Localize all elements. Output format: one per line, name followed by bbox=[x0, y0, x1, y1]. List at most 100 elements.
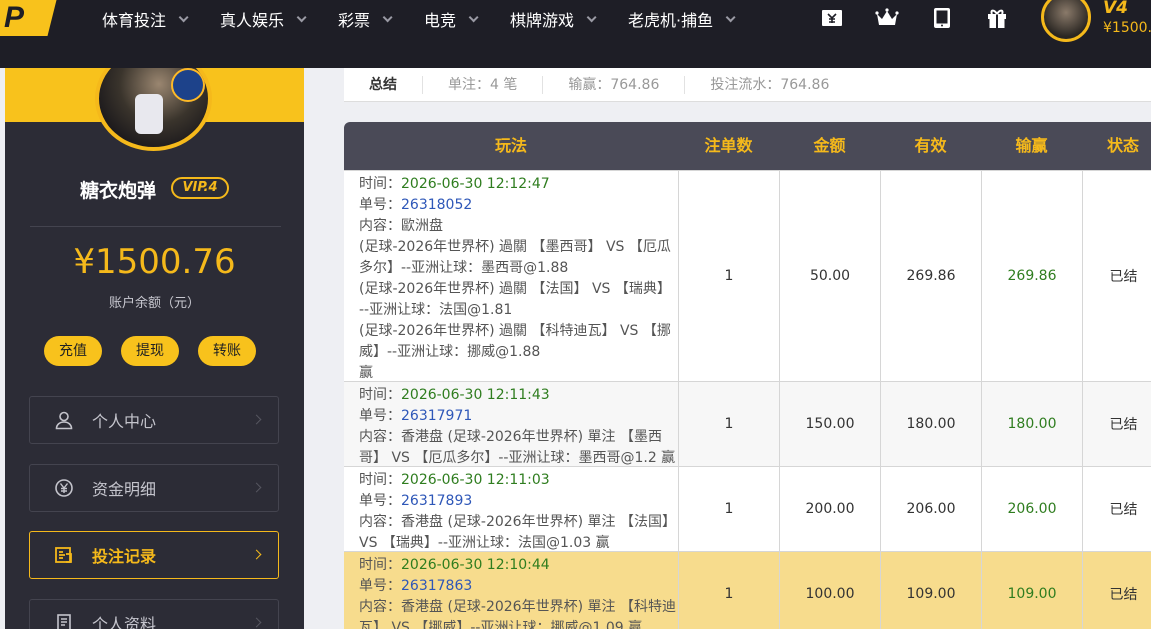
nav-slots-fishing[interactable]: 老虎机·捕鱼 bbox=[628, 8, 768, 30]
nav-sports[interactable]: 体育投注 bbox=[102, 8, 220, 30]
header-valid: 有效 bbox=[914, 136, 947, 155]
ticket-icon[interactable] bbox=[820, 6, 844, 30]
gift-icon[interactable] bbox=[985, 6, 1009, 30]
chevron-down-icon bbox=[468, 11, 479, 22]
chevron-right-icon bbox=[251, 482, 262, 493]
bet-amount: 100.00 bbox=[779, 552, 880, 629]
avatar-figure bbox=[135, 94, 163, 134]
vip-badge: VIP.4 bbox=[171, 177, 229, 199]
user-icon bbox=[53, 409, 75, 431]
vip-level: V4 bbox=[1103, 0, 1128, 18]
bet-summary: 总结 单注：4 笔 输赢：764.86 投注流水：764.86 bbox=[344, 68, 1151, 102]
header-amount: 金额 bbox=[813, 136, 846, 155]
bet-valid: 180.00 bbox=[880, 382, 981, 466]
bet-winloss: 206.00 bbox=[981, 467, 1082, 551]
summary-title: 总结 bbox=[344, 75, 423, 94]
bet-detail: 时间：2026-06-30 12:11:43 单号：26317971 内容：香港… bbox=[359, 385, 679, 469]
bet-time: 2026-06-30 12:12:47 bbox=[401, 176, 550, 192]
brand-logo[interactable]: P bbox=[0, 0, 57, 36]
bet-number[interactable]: 26317893 bbox=[401, 493, 472, 509]
chevron-right-icon bbox=[251, 549, 262, 560]
bet-valid: 206.00 bbox=[880, 467, 981, 551]
bet-winloss: 269.86 bbox=[981, 171, 1082, 381]
account-balance: ¥1500.76 bbox=[73, 242, 236, 282]
nav-lottery[interactable]: 彩票 bbox=[338, 8, 424, 30]
bet-content: 内容：香港盘 (足球-2026年世界杯) 單注 【科特迪 瓦】 VS 【挪威】-… bbox=[359, 599, 676, 629]
bet-number[interactable]: 26317863 bbox=[401, 578, 472, 594]
bet-valid: 269.86 bbox=[880, 171, 981, 381]
withdraw-button[interactable]: 提现 bbox=[121, 336, 179, 366]
bet-status: 已结 bbox=[1082, 552, 1151, 629]
nav-card-games[interactable]: 棋牌游戏 bbox=[510, 8, 628, 30]
crown-icon[interactable] bbox=[875, 6, 899, 30]
divider bbox=[30, 226, 281, 227]
chevron-down-icon bbox=[296, 11, 307, 22]
bet-status: 已结 bbox=[1082, 467, 1151, 551]
bet-count: 1 bbox=[678, 382, 779, 466]
menu-funds-detail[interactable]: 资金明细 bbox=[29, 464, 279, 512]
nav-esports[interactable]: 电竞 bbox=[424, 8, 510, 30]
bet-count: 1 bbox=[678, 552, 779, 629]
header-winloss: 输赢 bbox=[1015, 136, 1048, 155]
menu-bet-records[interactable]: 投注记录 bbox=[29, 531, 279, 579]
bet-time: 2026-06-30 12:11:03 bbox=[401, 472, 550, 488]
nav-live-casino[interactable]: 真人娱乐 bbox=[220, 8, 338, 30]
table-row[interactable]: 时间：2026-06-30 12:11:43 单号：26317971 内容：香港… bbox=[344, 381, 1151, 466]
yuan-coin-icon bbox=[53, 477, 75, 499]
top-icon-group bbox=[820, 6, 1040, 30]
bet-status: 已结 bbox=[1082, 171, 1151, 381]
menu-profile[interactable]: 个人资料 bbox=[29, 599, 279, 629]
bet-amount: 200.00 bbox=[779, 467, 880, 551]
deposit-button[interactable]: 充值 bbox=[44, 336, 102, 366]
bet-detail: 时间：2026-06-30 12:10:44 单号：26317863 内容：香港… bbox=[359, 555, 679, 629]
bet-count: 1 bbox=[678, 467, 779, 551]
menu-label: 个人资料 bbox=[92, 615, 157, 629]
bet-content: 内容：歐洲盘 (足球-2026年世界杯) 過關 【墨西哥】 VS 【厄瓜 多尔】… bbox=[359, 218, 671, 381]
records-icon bbox=[53, 544, 75, 566]
chevron-down-icon bbox=[725, 11, 736, 22]
bet-detail: 时间：2026-06-30 12:11:03 单号：26317893 内容：香港… bbox=[359, 470, 679, 554]
bet-number[interactable]: 26317971 bbox=[401, 408, 472, 424]
bet-time: 2026-06-30 12:11:43 bbox=[401, 387, 550, 403]
menu-label: 投注记录 bbox=[92, 547, 157, 566]
user-avatar[interactable] bbox=[1041, 0, 1091, 42]
logo-text: P bbox=[4, 1, 24, 34]
chevron-right-icon bbox=[251, 414, 262, 425]
table-row[interactable]: 时间：2026-06-30 12:10:44 单号：26317863 内容：香港… bbox=[344, 551, 1151, 629]
chevron-down-icon bbox=[586, 11, 597, 22]
bet-valid: 109.00 bbox=[880, 552, 981, 629]
menu-label: 个人中心 bbox=[92, 412, 157, 431]
bet-detail: 时间：2026-06-30 12:12:47 单号：26318052 内容：歐洲… bbox=[359, 174, 679, 384]
bet-records-table: 玩法 注单数 金额 有效 输赢 状态 时间：2026-06-30 12:12:4… bbox=[344, 122, 1151, 629]
menu-personal-center[interactable]: 个人中心 bbox=[29, 396, 279, 444]
profile-avatar[interactable] bbox=[95, 68, 212, 151]
table-row[interactable]: 时间：2026-06-30 12:12:47 单号：26318052 内容：歐洲… bbox=[344, 170, 1151, 381]
top-balance: ¥1500. bbox=[1103, 20, 1151, 36]
summary-winloss: 输赢：764.86 bbox=[543, 75, 686, 94]
bet-number[interactable]: 26318052 bbox=[401, 197, 472, 213]
bet-amount: 50.00 bbox=[779, 171, 880, 381]
bet-status: 已结 bbox=[1082, 382, 1151, 466]
tablet-icon[interactable] bbox=[930, 6, 954, 30]
sidebar: 糖衣炮弹 VIP.4 ¥1500.76 账户余额（元） 充值 提现 转账 个人中… bbox=[5, 68, 304, 629]
header-status: 状态 bbox=[1106, 136, 1139, 155]
document-icon bbox=[53, 612, 75, 629]
bet-content: 内容：香港盘 (足球-2026年世界杯) 單注 【墨西 哥】 VS 【厄瓜多尔】… bbox=[359, 429, 676, 466]
header-play-type: 玩法 bbox=[494, 136, 527, 155]
bet-content: 内容：香港盘 (足球-2026年世界杯) 單注 【法国】 VS 【瑞典】--亚洲… bbox=[359, 514, 676, 551]
chevron-down-icon bbox=[178, 11, 189, 22]
summary-count: 单注：4 笔 bbox=[423, 75, 544, 94]
bet-count: 1 bbox=[678, 171, 779, 381]
transfer-button[interactable]: 转账 bbox=[198, 336, 256, 366]
table-header: 玩法 注单数 金额 有效 输赢 状态 bbox=[344, 122, 1151, 170]
username: 糖衣炮弹 bbox=[80, 180, 157, 202]
top-bar: P 体育投注 真人娱乐 彩票 电竞 棋牌游戏 老虎机·捕鱼 V4 ¥1500. bbox=[0, 0, 1151, 68]
bet-amount: 150.00 bbox=[779, 382, 880, 466]
chevron-down-icon bbox=[382, 11, 393, 22]
menu-label: 资金明细 bbox=[92, 480, 157, 499]
table-row[interactable]: 时间：2026-06-30 12:11:03 单号：26317893 内容：香港… bbox=[344, 466, 1151, 551]
chevron-right-icon bbox=[251, 617, 262, 628]
balance-label: 账户余额（元） bbox=[108, 296, 200, 311]
wallet-actions: 充值 提现 转账 bbox=[44, 336, 275, 366]
bet-time: 2026-06-30 12:10:44 bbox=[401, 557, 550, 573]
